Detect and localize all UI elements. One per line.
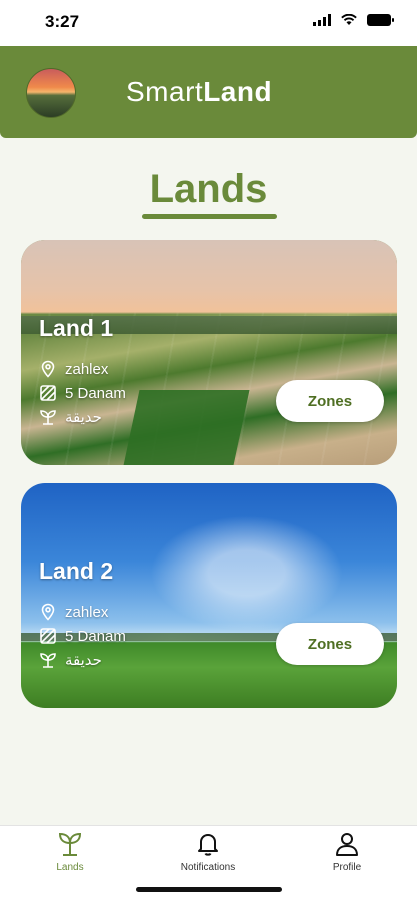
land-size: 5 Danam [39,384,126,402]
nav-item-profile[interactable]: Profile [297,830,397,873]
avatar[interactable] [26,68,76,118]
land-card[interactable]: Land 1 zahlex 5 Danam حديقة Zones [21,240,397,465]
bell-icon [198,834,218,856]
land-location: zahlex [39,360,108,378]
type-text: حديقة [65,652,102,669]
user-icon [336,833,358,856]
land-type: حديقة [39,408,102,426]
size-text: 5 Danam [65,627,126,645]
sprout-icon [58,832,82,856]
land-name: Land 2 [39,558,114,584]
land-size: 5 Danam [39,627,126,645]
zones-button[interactable]: Zones [276,623,384,665]
land-location: zahlex [39,603,108,621]
signal-icon [313,14,331,26]
page-title: Lands [149,167,268,211]
nav-label-profile: Profile [332,862,362,873]
status-bar: 3:27 [0,0,417,46]
area-icon [40,385,56,401]
brand-logo: SmartLand [126,76,272,108]
plant-icon [40,653,56,668]
nav-item-lands[interactable]: Lands [20,830,120,873]
location-text: zahlex [65,360,109,378]
zones-button[interactable]: Zones [276,380,384,422]
land-card[interactable]: Land 2 zahlex 5 Danam حديقة Zones [21,483,397,708]
location-pin-icon [41,360,55,378]
battery-icon [367,14,394,26]
brand-light: Smart [126,76,204,107]
status-icons [313,14,394,26]
location-pin-icon [41,603,55,621]
title-underline [142,214,277,219]
app-header: SmartLand [0,46,417,138]
nav-label-lands: Lands [56,862,84,873]
wifi-icon [341,14,357,25]
size-text: 5 Danam [65,384,126,402]
nav-item-notifications[interactable]: Notifications [158,830,258,873]
type-text: حديقة [65,409,102,426]
land-type: حديقة [39,651,102,669]
home-indicator [136,887,282,892]
area-icon [40,628,56,644]
status-time: 3:27 [45,12,80,31]
plant-icon [40,410,56,425]
nav-label-notifications: Notifications [180,862,236,873]
brand-bold: Land [203,76,273,107]
location-text: zahlex [65,603,109,621]
land-name: Land 1 [39,315,114,341]
